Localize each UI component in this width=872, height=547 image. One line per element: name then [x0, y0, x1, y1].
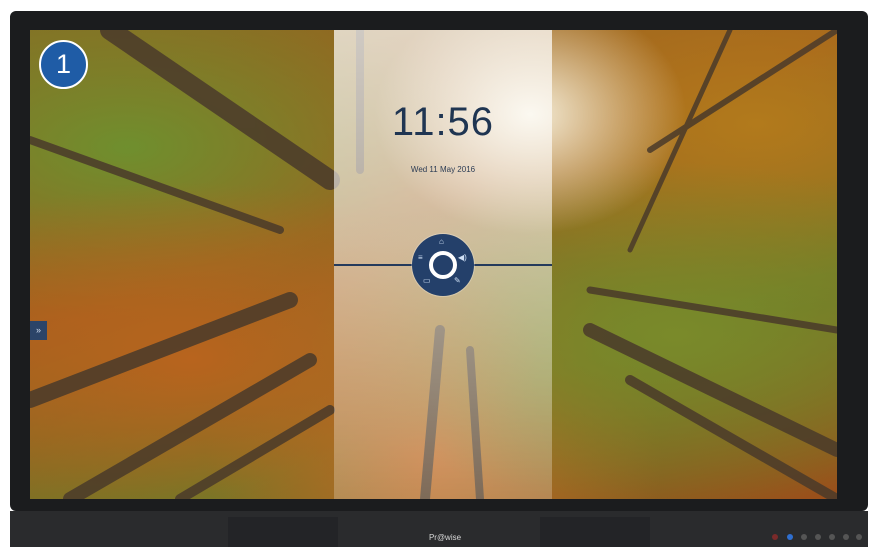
power-led: [772, 534, 778, 540]
volume-icon[interactable]: ◀): [458, 254, 467, 262]
brand-logo: Pr@wise: [428, 533, 462, 542]
menu-center-ring[interactable]: [429, 251, 457, 279]
base-panel-left: [228, 517, 338, 547]
hardware-button-2[interactable]: [801, 534, 807, 540]
hardware-button-4[interactable]: [829, 534, 835, 540]
home-icon[interactable]: ⌂: [439, 238, 444, 246]
hardware-button-1[interactable]: [787, 534, 793, 540]
home-overlay: 11:56 Wed 11 May 2016 ⌂ ≡ ◀) ▭ ✎: [30, 30, 837, 499]
hardware-button-3[interactable]: [815, 534, 821, 540]
step-number-badge: 1: [39, 40, 88, 89]
display-icon[interactable]: ▭: [423, 277, 431, 285]
hardware-button-5[interactable]: [843, 534, 849, 540]
menu-lines-icon[interactable]: ≡: [418, 254, 423, 262]
pen-icon[interactable]: ✎: [454, 277, 461, 285]
divider-line-right: [472, 264, 552, 266]
clock-time: 11:56: [391, 100, 495, 144]
divider-line-left: [334, 264, 414, 266]
main-menu-button[interactable]: ⌂ ≡ ◀) ▭ ✎: [412, 234, 474, 296]
hardware-button-6[interactable]: [856, 534, 862, 540]
clock-date: Wed 11 May 2016: [410, 165, 476, 174]
base-panel-right: [540, 517, 650, 547]
